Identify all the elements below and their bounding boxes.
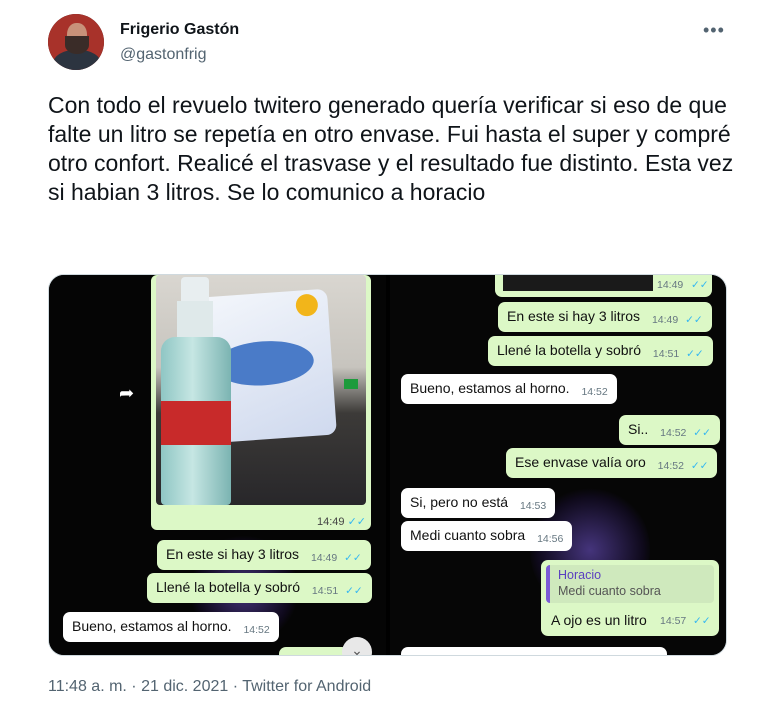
- message-time: 14:51: [652, 348, 680, 360]
- tweet-media[interactable]: ➦ 14:49 ✓✓ En este si hay 3 litros 14:49…: [48, 274, 727, 656]
- meta-separator: ·: [228, 678, 243, 695]
- photo: [156, 275, 366, 505]
- message-time: 14:56: [537, 533, 564, 545]
- pouch-badge: [295, 293, 319, 317]
- message-text: En este si hay 3 litros: [166, 546, 300, 562]
- message-bubble: Bueno, estamos al horno. 14:52: [63, 612, 279, 642]
- tweet-date[interactable]: 21 dic. 2021: [141, 678, 228, 695]
- read-ticks-icon: ✓✓: [691, 279, 709, 291]
- message-bubble: Medi cuanto sobra 14:56: [401, 521, 573, 551]
- message-bubble: Llené la botella y sobró 14:51 ✓✓: [488, 336, 713, 366]
- tweet-time[interactable]: 11:48 a. m.: [48, 678, 127, 695]
- more-horizontal-icon[interactable]: •••: [703, 21, 725, 39]
- message-time: 14:52: [581, 386, 608, 398]
- read-ticks-icon: ✓✓: [344, 552, 362, 564]
- reply-message-bubble: Horacio Medi cuanto sobra A ojo es un li…: [541, 560, 719, 636]
- bottle-label: [161, 401, 231, 445]
- avatar-beard: [65, 36, 89, 54]
- photo-time-text: 14:49: [317, 516, 345, 528]
- message-bubble: Llené la botella y sobró 14:51 ✓✓: [147, 573, 372, 603]
- read-ticks-icon: ✓✓: [345, 585, 363, 597]
- green-object: [344, 379, 358, 389]
- read-ticks-icon: ✓✓: [347, 516, 367, 528]
- read-ticks-icon: ✓✓: [693, 615, 711, 627]
- forward-icon: ➦: [119, 383, 135, 403]
- message-text: Bueno, estamos al horno.: [72, 618, 232, 634]
- message-time: 14:49: [651, 314, 679, 326]
- cut-off-bubble: [401, 647, 667, 655]
- message-bubble: En este si hay 3 litros 14:49 ✓✓: [157, 540, 371, 570]
- tweet-text: Con todo el revuelo twitero generado que…: [48, 92, 734, 205]
- author-name[interactable]: Frigerio Gastón: [120, 21, 239, 39]
- message-bubble: Si, pero no está 14:53: [401, 488, 556, 518]
- quoted-author: Horacio: [558, 568, 602, 582]
- message-text: Si..: [628, 421, 649, 437]
- message-text: Llené la botella y sobró: [497, 342, 641, 358]
- message-time: 14:57: [660, 615, 687, 627]
- message-bubble: En este si hay 3 litros 14:49 ✓✓: [498, 302, 712, 332]
- photo-time: 14:49 ✓✓: [317, 515, 366, 528]
- quoted-text: Medi cuanto sobra: [558, 584, 661, 598]
- bottle: [159, 277, 233, 505]
- message-text: Medi cuanto sobra: [410, 527, 526, 543]
- avatar[interactable]: [48, 14, 104, 70]
- read-ticks-icon: ✓✓: [685, 314, 703, 326]
- message-bubble: Bueno, estamos al horno. 14:52: [401, 374, 617, 404]
- message-time: 14:52: [660, 427, 687, 439]
- cut-off-bubble: [279, 647, 349, 655]
- chevron-down-icon[interactable]: ⌄: [342, 637, 372, 655]
- message-bubble-cut: 14:49 ✓✓: [495, 275, 712, 297]
- message-text: A ojo es un litro: [551, 612, 647, 628]
- message-time: 14:52: [657, 460, 684, 472]
- message-text: En este si hay 3 litros: [507, 308, 641, 324]
- message-time: 14:51: [311, 585, 339, 597]
- meta-separator: ·: [126, 678, 142, 695]
- bottle-cap: [181, 277, 209, 303]
- media-image-right[interactable]: 14:49 ✓✓ En este si hay 3 litros 14:49 ✓…: [390, 275, 726, 655]
- read-ticks-icon: ✓✓: [686, 348, 704, 360]
- message-text: Ese envase valía oro: [515, 454, 646, 470]
- read-ticks-icon: ✓✓: [690, 460, 709, 472]
- message-bubble: Ese envase valía oro 14:52 ✓✓: [506, 448, 718, 478]
- bottle-neck: [177, 301, 213, 341]
- message-text: Bueno, estamos al horno.: [410, 380, 570, 396]
- photo-edge: [503, 275, 653, 291]
- media-image-left[interactable]: ➦ 14:49 ✓✓ En este si hay 3 litros 14:49…: [49, 275, 386, 655]
- message-text: Si, pero no está: [410, 494, 509, 510]
- tweet-source: Twitter for Android: [242, 678, 372, 695]
- quoted-message: Horacio Medi cuanto sobra: [546, 565, 714, 603]
- message-text: Llené la botella y sobró: [156, 579, 300, 595]
- message-time: 14:49: [310, 552, 338, 564]
- tweet: Frigerio Gastón @gastonfrig ••• Con todo…: [0, 0, 779, 713]
- message-time: 14:52: [243, 624, 270, 636]
- tweet-metadata: 11:48 a. m. · 21 dic. 2021 · Twitter for…: [48, 678, 371, 696]
- read-ticks-icon: ✓✓: [693, 427, 711, 439]
- message-bubble: Si.. 14:52 ✓✓: [619, 415, 720, 445]
- message-time: 14:49: [657, 279, 684, 291]
- photo-message: 14:49 ✓✓: [151, 275, 371, 530]
- author-handle[interactable]: @gastonfrig: [120, 46, 207, 64]
- message-time: 14:53: [519, 500, 547, 512]
